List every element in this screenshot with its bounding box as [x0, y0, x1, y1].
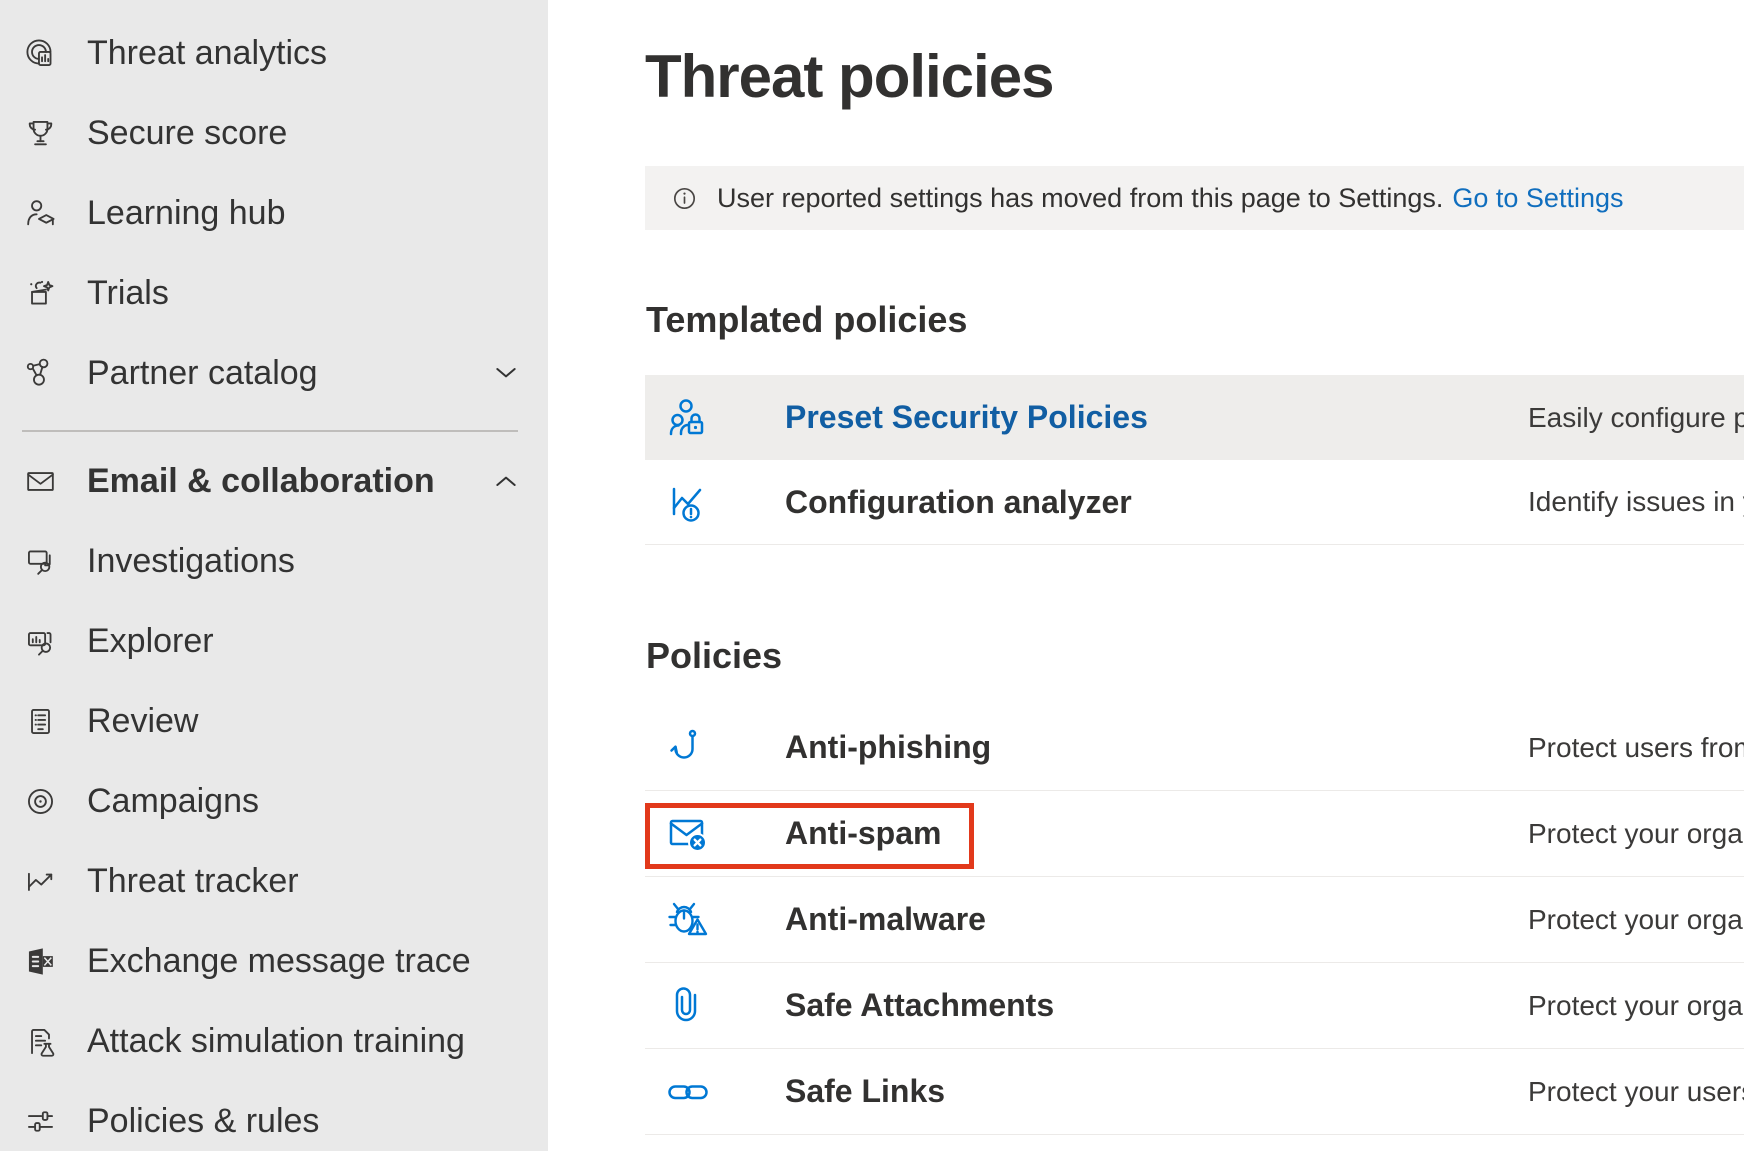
investigations-icon: [22, 543, 59, 580]
partner-catalog-icon: [22, 355, 59, 392]
row-label: Preset Security Policies: [785, 399, 1148, 436]
sidebar-item-label: Secure score: [87, 114, 287, 153]
row-anti-malware[interactable]: Anti-malware Protect your organiz: [645, 877, 1744, 963]
sidebar-item-trials[interactable]: Trials: [0, 253, 548, 333]
sidebar-item-attack-simulation-training[interactable]: Attack simulation training: [0, 1001, 548, 1081]
explorer-icon: [22, 623, 59, 660]
sidebar-item-label: Campaigns: [87, 782, 259, 821]
campaigns-icon: [22, 783, 59, 820]
sidebar-item-label: Email & collaboration: [87, 462, 435, 501]
row-label: Configuration analyzer: [785, 484, 1132, 521]
sidebar-item-label: Threat analytics: [87, 34, 327, 73]
templated-policies-heading: Templated policies: [646, 299, 967, 341]
go-to-settings-link[interactable]: Go to Settings: [1452, 183, 1623, 214]
row-preset-security-policies[interactable]: Preset Security Policies Easily configur…: [645, 375, 1744, 460]
row-configuration-analyzer[interactable]: Configuration analyzer Identify issues i…: [645, 460, 1744, 545]
row-description: Protect your organiz: [1528, 990, 1744, 1022]
row-anti-phishing[interactable]: Anti-phishing Protect users from p: [645, 705, 1744, 791]
policies-rules-icon: [22, 1103, 59, 1140]
sidebar-item-label: Threat tracker: [87, 862, 299, 901]
mail-icon: [22, 463, 59, 500]
configuration-analyzer-icon: [664, 478, 712, 526]
sidebar-item-label: Explorer: [87, 622, 214, 661]
sidebar-item-label: Review: [87, 702, 198, 741]
sidebar-item-label: Trials: [87, 274, 169, 313]
row-label: Anti-malware: [785, 901, 986, 938]
learning-hub-icon: [22, 195, 59, 232]
paperclip-icon: [664, 982, 712, 1030]
threat-analytics-icon: [22, 35, 59, 72]
templated-policies-list: Preset Security Policies Easily configur…: [645, 375, 1744, 545]
page-title: Threat policies: [645, 42, 1053, 111]
sidebar-item-label: Partner catalog: [87, 354, 318, 393]
anti-spam-icon: [664, 810, 712, 858]
chevron-up-icon[interactable]: [490, 465, 522, 497]
exchange-icon: [22, 943, 59, 980]
row-label: Anti-phishing: [785, 729, 991, 766]
row-description: Protect your organiz: [1528, 818, 1744, 850]
row-safe-links[interactable]: Safe Links Protect your users fr: [645, 1049, 1744, 1135]
row-label: Anti-spam: [785, 815, 941, 852]
row-description: Identify issues in you: [1528, 486, 1744, 518]
sidebar-item-secure-score[interactable]: Secure score: [0, 93, 548, 173]
info-banner: User reported settings has moved from th…: [645, 166, 1744, 230]
anti-malware-icon: [664, 896, 712, 944]
sidebar-item-email-collaboration[interactable]: Email & collaboration: [0, 441, 548, 521]
sidebar-item-review[interactable]: Review: [0, 681, 548, 761]
sidebar-item-label: Attack simulation training: [87, 1022, 465, 1061]
chevron-down-icon[interactable]: [490, 357, 522, 389]
policies-heading: Policies: [646, 635, 782, 677]
trials-icon: [22, 275, 59, 312]
policies-list: Anti-phishing Protect users from p Anti-…: [645, 705, 1744, 1135]
row-label: Safe Links: [785, 1073, 945, 1110]
preset-security-policies-icon: [664, 394, 712, 442]
row-description: Easily configure prot: [1528, 402, 1744, 434]
review-icon: [22, 703, 59, 740]
safe-links-icon: [664, 1068, 712, 1116]
sidebar-item-threat-analytics[interactable]: Threat analytics: [0, 13, 548, 93]
trophy-icon: [22, 115, 59, 152]
info-icon: [669, 183, 700, 214]
row-label: Safe Attachments: [785, 987, 1054, 1024]
threat-tracker-icon: [22, 863, 59, 900]
sidebar-item-exchange-message-trace[interactable]: Exchange message trace: [0, 921, 548, 1001]
sidebar-nav: Threat analytics Secure score Learning h…: [0, 0, 548, 1151]
attack-simulation-icon: [22, 1023, 59, 1060]
row-description: Protect users from p: [1528, 732, 1744, 764]
row-safe-attachments[interactable]: Safe Attachments Protect your organiz: [645, 963, 1744, 1049]
sidebar-item-learning-hub[interactable]: Learning hub: [0, 173, 548, 253]
sidebar-item-label: Exchange message trace: [87, 942, 471, 981]
banner-message: User reported settings has moved from th…: [717, 183, 1443, 214]
sidebar-item-investigations[interactable]: Investigations: [0, 521, 548, 601]
row-description: Protect your users fr: [1528, 1076, 1744, 1108]
row-anti-spam[interactable]: Anti-spam Protect your organiz: [645, 791, 1744, 877]
sidebar-item-label: Learning hub: [87, 194, 286, 233]
sidebar-item-partner-catalog[interactable]: Partner catalog: [0, 333, 548, 413]
row-description: Protect your organiz: [1528, 904, 1744, 936]
sidebar-item-policies-rules[interactable]: Policies & rules: [0, 1081, 548, 1161]
sidebar-item-campaigns[interactable]: Campaigns: [0, 761, 548, 841]
sidebar-divider: [22, 430, 518, 432]
sidebar-item-label: Investigations: [87, 542, 295, 581]
anti-phishing-icon: [664, 724, 712, 772]
sidebar-item-label: Policies & rules: [87, 1102, 319, 1141]
sidebar-item-threat-tracker[interactable]: Threat tracker: [0, 841, 548, 921]
sidebar-item-explorer[interactable]: Explorer: [0, 601, 548, 681]
